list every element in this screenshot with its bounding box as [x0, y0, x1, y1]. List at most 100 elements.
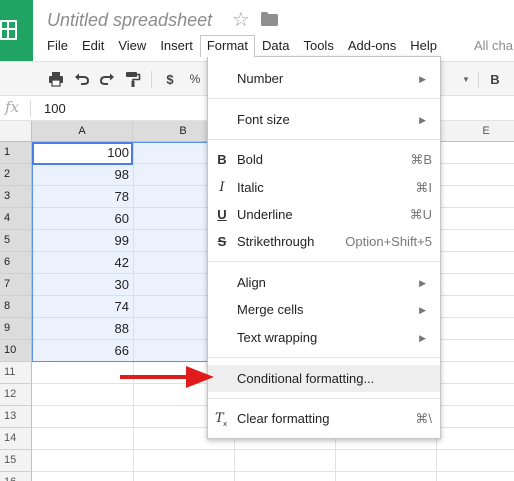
menu-item-strikethrough[interactable]: S Strikethrough Option+Shift+5: [208, 228, 440, 255]
percent-format-button[interactable]: %: [188, 70, 202, 88]
menu-item-label: Align: [237, 275, 266, 290]
row-header-4[interactable]: 4: [0, 208, 32, 230]
sheets-logo-icon: [0, 20, 17, 40]
row-header-13[interactable]: 13: [0, 406, 32, 428]
cell-a9[interactable]: 88: [33, 318, 132, 340]
sheets-logo[interactable]: [0, 0, 33, 61]
submenu-arrow-icon: ▶: [419, 333, 426, 343]
menu-item-shortcut: ⌘B: [410, 152, 432, 167]
menu-item-label: Number: [237, 71, 284, 86]
menu-separator: [208, 98, 440, 99]
menu-help[interactable]: Help: [403, 35, 444, 57]
menu-item-conditional-formatting[interactable]: Conditional formatting...: [208, 365, 440, 392]
menu-tools[interactable]: Tools: [296, 35, 340, 57]
menu-add-ons[interactable]: Add-ons: [341, 35, 403, 57]
cell-a5[interactable]: 99: [33, 230, 132, 252]
row-gridline: [32, 449, 514, 450]
formula-input[interactable]: 100: [44, 101, 66, 116]
menu-bar: File Edit View Insert Format Data Tools …: [40, 35, 444, 57]
menu-data[interactable]: Data: [255, 35, 296, 57]
row-header-11[interactable]: 11: [0, 362, 32, 384]
menu-item-italic[interactable]: I Italic ⌘I: [208, 174, 440, 201]
menu-item-shortcut: ⌘\: [415, 411, 432, 426]
menu-insert[interactable]: Insert: [153, 35, 200, 57]
cell-a4[interactable]: 60: [33, 208, 132, 230]
menu-separator: [208, 139, 440, 140]
folder-icon[interactable]: [261, 12, 278, 26]
currency-format-button[interactable]: $: [164, 70, 176, 88]
menu-format[interactable]: Format: [199, 35, 255, 57]
paint-format-icon[interactable]: [125, 70, 141, 88]
select-all-corner[interactable]: [0, 121, 32, 142]
clear-formatting-icon: T x: [214, 410, 230, 428]
menu-item-align[interactable]: Align ▶: [208, 269, 440, 296]
toolbar-separator: [478, 71, 479, 88]
bold-icon: B: [217, 152, 227, 167]
menu-separator: [208, 398, 440, 399]
redo-icon[interactable]: [99, 70, 115, 88]
cell-a8[interactable]: 74: [33, 296, 132, 318]
menu-separator: [208, 357, 440, 358]
menu-item-label: Strikethrough: [237, 234, 315, 249]
save-status[interactable]: All cha: [474, 38, 513, 53]
menu-item-text-wrapping[interactable]: Text wrapping ▶: [208, 324, 440, 351]
cell-a6[interactable]: 42: [33, 252, 132, 274]
row-header-16[interactable]: 16: [0, 472, 32, 481]
row-header-15[interactable]: 15: [0, 450, 32, 472]
document-title[interactable]: Untitled spreadsheet: [47, 10, 212, 31]
menu-item-shortcut: Option+Shift+5: [345, 234, 432, 249]
row-gridline: [32, 471, 514, 472]
row-header-6[interactable]: 6: [0, 252, 32, 274]
menu-item-label: Conditional formatting...: [237, 371, 375, 386]
cell-a7[interactable]: 30: [33, 274, 132, 296]
column-header-a[interactable]: A: [32, 121, 133, 142]
row-header-7[interactable]: 7: [0, 274, 32, 296]
menu-item-shortcut: ⌘I: [415, 180, 432, 195]
star-icon[interactable]: ☆: [232, 8, 250, 32]
row-header-8[interactable]: 8: [0, 296, 32, 318]
row-header-3[interactable]: 3: [0, 186, 32, 208]
row-header-1[interactable]: 1: [0, 142, 32, 164]
menu-separator: [208, 261, 440, 262]
row-header-14[interactable]: 14: [0, 428, 32, 450]
menu-view[interactable]: View: [111, 35, 153, 57]
cell-a10[interactable]: 66: [33, 340, 132, 362]
underline-icon: U: [217, 207, 227, 222]
print-icon[interactable]: [48, 70, 64, 88]
menu-item-clear-formatting[interactable]: T x Clear formatting ⌘\: [208, 405, 440, 432]
menu-item-label: Clear formatting: [237, 411, 330, 426]
annotation-arrow-icon: [120, 366, 214, 388]
row-header-10[interactable]: 10: [0, 340, 32, 362]
menu-item-label: Font size: [237, 112, 290, 127]
cell-a2[interactable]: 98: [33, 164, 132, 186]
svg-text:x: x: [223, 420, 227, 428]
cell-a1[interactable]: 100: [33, 142, 132, 164]
menu-edit[interactable]: Edit: [75, 35, 111, 57]
menu-item-shortcut: ⌘U: [409, 207, 432, 222]
submenu-arrow-icon: ▶: [419, 74, 426, 84]
row-header-5[interactable]: 5: [0, 230, 32, 252]
menu-item-label: Text wrapping: [237, 330, 318, 345]
cell-a3[interactable]: 78: [33, 186, 132, 208]
row-header-2[interactable]: 2: [0, 164, 32, 186]
menu-item-label: Underline: [237, 207, 293, 222]
fx-icon: fx: [5, 98, 20, 116]
submenu-arrow-icon: ▶: [419, 305, 426, 315]
submenu-arrow-icon: ▶: [419, 278, 426, 288]
menu-item-label: Merge cells: [237, 302, 304, 317]
row-header-12[interactable]: 12: [0, 384, 32, 406]
menu-file[interactable]: File: [40, 35, 75, 57]
menu-item-merge-cells[interactable]: Merge cells ▶: [208, 296, 440, 323]
menu-item-label: Bold: [237, 152, 264, 167]
undo-icon[interactable]: [74, 70, 90, 88]
menu-item-bold[interactable]: B Bold ⌘B: [208, 146, 440, 173]
toolbar-separator: [151, 71, 152, 88]
menu-item-font-size[interactable]: Font size ▶: [208, 106, 440, 133]
bold-button[interactable]: B: [489, 70, 501, 88]
format-menu: Number ▶ Font size ▶ B Bold ⌘B I Italic …: [207, 56, 441, 439]
font-size-dropdown-chevron-icon[interactable]: ▼: [461, 70, 471, 88]
menu-item-underline[interactable]: U Underline ⌘U: [208, 201, 440, 228]
column-header-e[interactable]: E: [436, 121, 514, 142]
menu-item-number[interactable]: Number ▶: [208, 65, 440, 92]
row-header-9[interactable]: 9: [0, 318, 32, 340]
